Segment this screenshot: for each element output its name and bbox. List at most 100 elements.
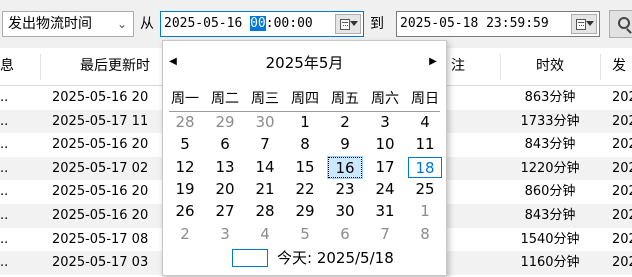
cell-info: .. [0,160,9,176]
start-calendar-button[interactable] [335,14,361,34]
calendar-day[interactable]: 7 [368,224,402,245]
calendar-day[interactable]: 26 [168,201,202,222]
calendar-day[interactable]: 12 [168,157,202,178]
col-header-duration[interactable]: 时效 [510,48,590,85]
calendar-day[interactable]: 17 [368,157,402,178]
cell-info: .. [0,208,9,223]
calendar-day[interactable]: 10 [368,134,402,155]
prev-month-icon[interactable]: ◀ [166,53,180,71]
calendar-day-selected[interactable]: 16 [327,155,363,179]
cell-ship: 202 [612,184,632,200]
cell-info: .. [0,255,9,271]
today-label[interactable]: 今天: 2025/5/18 [277,248,394,268]
cell-duration: 843分钟 [524,208,576,223]
calendar-day[interactable]: 13 [208,157,242,178]
start-date-text: 2025-05-16 [164,16,243,31]
weekday-label: 周五 [331,91,359,107]
cell-updated: 2025-05-16 20 [52,208,149,223]
calendar-day[interactable]: 21 [248,179,282,200]
calendar-day[interactable]: 3 [368,112,402,133]
time-field-value: 发出物流时间 [8,16,92,32]
calendar-day[interactable]: 2 [168,224,202,245]
calendar-day[interactable]: 8 [408,224,442,245]
calendar-day[interactable]: 5 [288,224,322,245]
cell-ship: 202 [612,208,632,223]
calendar-day[interactable]: 31 [368,201,402,222]
col-header-remark[interactable]: 注 [448,48,468,85]
calendar-day[interactable]: 23 [328,179,362,200]
calendar-day[interactable]: 1 [408,201,442,222]
cell-ship: 202 [612,113,632,129]
calendar-day[interactable]: 25 [408,179,442,200]
col-header-info[interactable]: 息 [0,48,14,85]
calendar-day[interactable]: 4 [408,112,442,133]
cell-updated: 2025-05-16 20 [52,184,149,200]
search-button[interactable] [609,10,632,38]
calendar-day[interactable]: 4 [248,224,282,245]
calendar-day[interactable]: 19 [168,179,202,200]
calendar-month-title[interactable]: 2025年5月 [223,53,386,73]
calendar-day[interactable]: 27 [208,201,242,222]
calendar-day[interactable]: 24 [368,179,402,200]
cell-info: .. [0,113,9,129]
cell-ship: 202 [612,160,632,176]
calendar-day[interactable]: 20 [208,179,242,200]
calendar-day[interactable]: 2 [328,112,362,133]
weekday-label: 周一 [171,91,199,107]
calendar-day[interactable]: 1 [288,112,322,133]
calendar-day[interactable]: 5 [168,134,202,155]
calendar-day[interactable]: 3 [208,224,242,245]
calendar-day[interactable]: 6 [208,134,242,155]
calendar-day[interactable]: 11 [408,134,442,155]
cell-duration: 1160分钟 [520,255,580,271]
chevron-down-icon[interactable]: ⌄ [115,12,129,36]
cell-info: .. [0,137,9,153]
calendar-day[interactable]: 15 [288,157,322,178]
cell-duration: 1220分钟 [520,160,580,176]
cell-updated: 2025-05-17 11 [52,113,149,129]
end-datetime-text: 2025-05-18 23:59:59 [400,16,549,31]
start-hour-segment[interactable]: 00 [250,16,266,31]
cell-ship: 202 [612,137,632,153]
cell-info: .. [0,90,9,105]
calendar-day[interactable]: 28 [168,112,202,133]
calendar-icon [576,19,586,30]
cell-ship: 202 [612,255,632,271]
calendar-day[interactable]: 14 [248,157,282,178]
calendar-day[interactable]: 30 [328,201,362,222]
cell-updated: 2025-05-16 20 [52,137,149,153]
dropdown-arrow-icon [586,21,594,26]
calendar-day[interactable]: 8 [288,134,322,155]
calendar-day[interactable]: 9 [328,134,362,155]
col-header-ship[interactable]: 发 [612,48,632,85]
calendar-day[interactable]: 7 [248,134,282,155]
end-calendar-button[interactable] [571,14,597,34]
cell-updated: 2025-05-17 03 [52,255,149,271]
time-field-select[interactable]: 发出物流时间 ⌄ [2,11,134,37]
weekday-label: 周二 [211,91,239,107]
calendar-day[interactable]: 6 [328,224,362,245]
today-link[interactable]: 今天: 2025/5/18 [163,246,446,270]
cell-duration: 863分钟 [524,90,576,105]
calendar-day[interactable]: 29 [288,201,322,222]
start-datetime-picker[interactable]: 2025-05-16 00:00:00 [160,11,364,37]
cell-duration: 843分钟 [524,137,576,153]
calendar-day[interactable]: 28 [248,201,282,222]
cell-ship: 202 [612,231,632,247]
cell-duration: 860分钟 [524,184,576,200]
start-time-rest: :00:00 [265,16,313,31]
cell-duration: 1540分钟 [520,231,580,247]
end-datetime-picker[interactable]: 2025-05-18 23:59:59 [396,11,600,37]
calendar-day[interactable]: 22 [288,179,322,200]
calendar-day-today[interactable]: 18 [408,156,442,178]
cell-duration: 1733分钟 [520,113,580,129]
cell-ship: 202 [612,90,632,105]
weekday-label: 周三 [251,91,279,107]
weekday-label: 周四 [291,91,319,107]
calendar-icon [340,19,350,30]
weekday-label: 周六 [371,91,399,107]
next-month-icon[interactable]: ▶ [426,53,440,71]
calendar-day[interactable]: 30 [248,112,282,133]
calendar-dropdown: ◀ 2025年5月 ▶ 周一 周二 周三 周四 周五 周六 周日 28 29 30 1 2 3 4 5 6 7… [162,40,447,276]
calendar-day[interactable]: 29 [208,112,242,133]
